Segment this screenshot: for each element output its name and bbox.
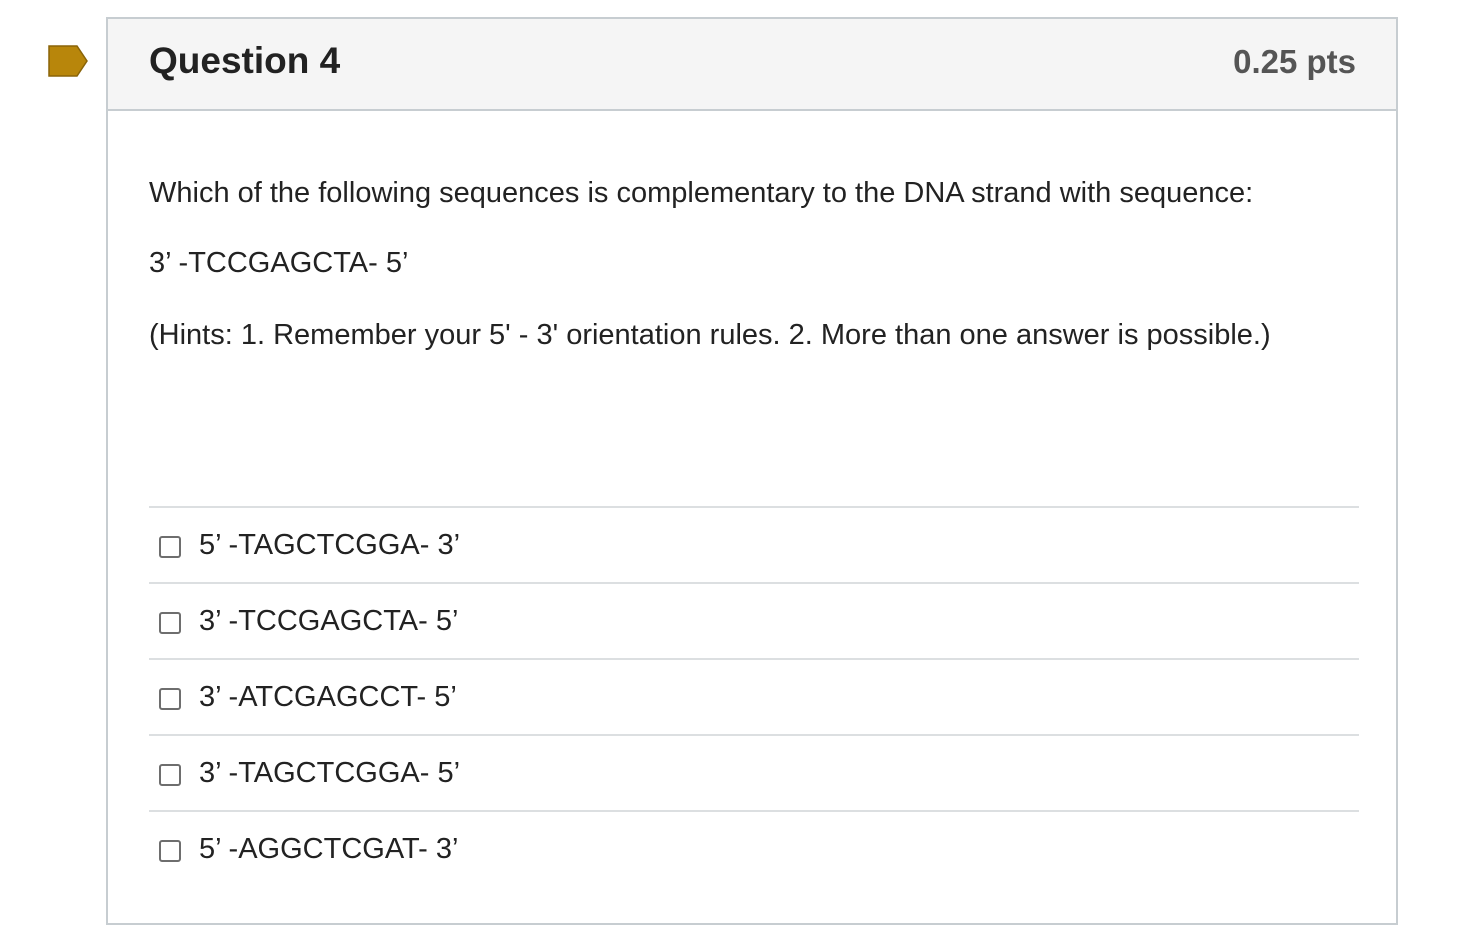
question-points: 0.25 pts — [1233, 43, 1356, 80]
answer-checkbox[interactable] — [159, 688, 181, 710]
question-prompt: Which of the following sequences is comp… — [149, 177, 1254, 209]
answer-list: 5’ -TAGCTCGGA- 3’ 3’ -TCCGAGCTA- 5’ 3’ -… — [149, 506, 1359, 886]
answer-option[interactable]: 3’ -TAGCTCGGA- 5’ — [149, 734, 1359, 810]
answer-option[interactable]: 3’ -TCCGAGCTA- 5’ — [149, 582, 1359, 658]
question-body: Which of the following sequences is comp… — [149, 169, 1359, 359]
question-card: Question 4 0.25 pts Which of the followi… — [106, 17, 1398, 925]
answer-label: 3’ -TAGCTCGGA- 5’ — [199, 756, 461, 789]
answer-checkbox[interactable] — [159, 536, 181, 558]
question-hint: (Hints: 1. Remember your 5' - 3' orienta… — [149, 319, 1271, 351]
answer-label: 3’ -TCCGAGCTA- 5’ — [199, 604, 459, 637]
answer-checkbox[interactable] — [159, 612, 181, 634]
flag-marker-icon[interactable] — [48, 45, 88, 77]
answer-checkbox[interactable] — [159, 840, 181, 862]
question-text: Which of the following sequences is comp… — [149, 169, 1359, 359]
question-title: Question 4 — [149, 40, 341, 81]
answer-option[interactable]: 5’ -TAGCTCGGA- 3’ — [149, 506, 1359, 582]
answer-label: 3’ -ATCGAGCCT- 5’ — [199, 680, 457, 713]
answer-label: 5’ -TAGCTCGGA- 3’ — [199, 528, 461, 561]
question-header: Question 4 0.25 pts — [108, 19, 1396, 111]
answer-option[interactable]: 5’ -AGGCTCGAT- 3’ — [149, 810, 1359, 886]
question-sequence: 3’ -TCCGAGCTA- 5’ — [149, 247, 409, 279]
answer-label: 5’ -AGGCTCGAT- 3’ — [199, 832, 459, 865]
answer-option[interactable]: 3’ -ATCGAGCCT- 5’ — [149, 658, 1359, 734]
answer-checkbox[interactable] — [159, 764, 181, 786]
